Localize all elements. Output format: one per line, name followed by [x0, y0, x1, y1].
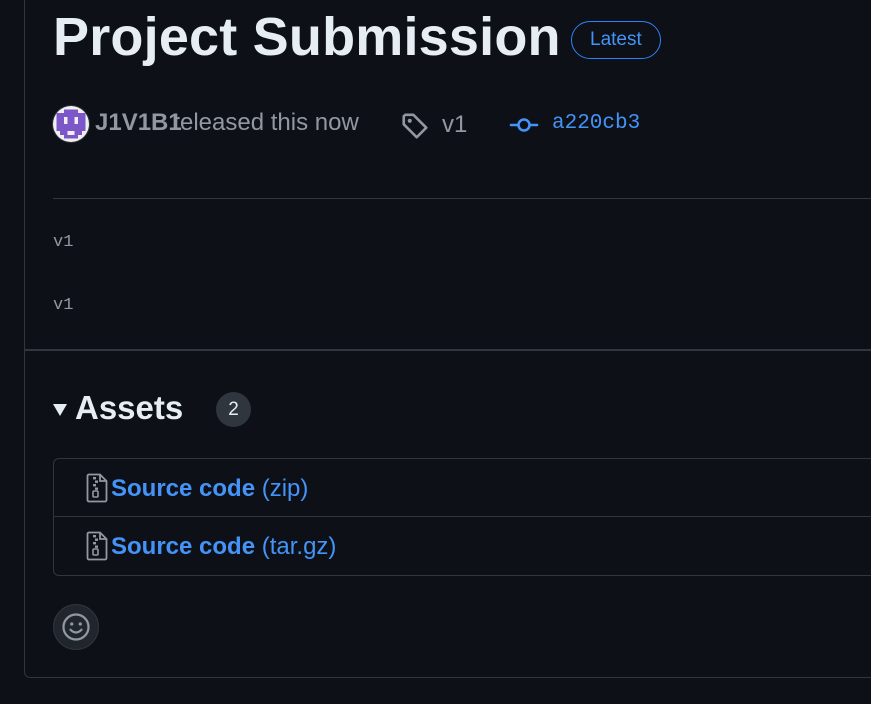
tag-link[interactable]: v1 [442, 111, 467, 139]
asset-row: Source code (zip) [54, 459, 871, 517]
add-reaction-button[interactable] [53, 604, 99, 650]
asset-row: Source code (tar.gz) [54, 517, 871, 575]
latest-badge: Latest [571, 21, 661, 59]
release-notes-line: v1 [53, 296, 74, 315]
release-meta: J1V1B1 released this now v1 a220cb3 [53, 104, 853, 144]
avatar[interactable] [53, 106, 89, 142]
commit-link[interactable]: a220cb3 [552, 112, 640, 135]
asset-name: Source code [111, 475, 256, 502]
release-notes-line: v1 [53, 233, 74, 252]
assets-heading: Assets [75, 389, 184, 426]
file-zip-icon [86, 473, 108, 503]
tag-icon [402, 113, 428, 139]
git-commit-icon [509, 118, 539, 132]
assets-toggle[interactable]: Assets [53, 386, 183, 430]
smiley-icon [62, 613, 90, 641]
release-card [24, 0, 871, 678]
released-time: released this now [172, 109, 359, 136]
asset-extension: (tar.gz) [261, 533, 337, 560]
release-title[interactable]: Project Submission [53, 4, 561, 70]
caret-down-icon [53, 404, 67, 416]
assets-count-badge: 2 [216, 392, 251, 427]
file-zip-icon [86, 531, 108, 561]
asset-download-link[interactable]: Source code (tar.gz) [111, 533, 336, 561]
section-divider [25, 349, 871, 351]
assets-list: Source code (zip) Source code (tar.gz) [53, 458, 871, 576]
divider [53, 198, 871, 199]
asset-extension: (zip) [261, 475, 309, 502]
author-link[interactable]: J1V1B1 [95, 109, 182, 137]
asset-download-link[interactable]: Source code (zip) [111, 475, 308, 503]
asset-name: Source code [111, 533, 256, 560]
